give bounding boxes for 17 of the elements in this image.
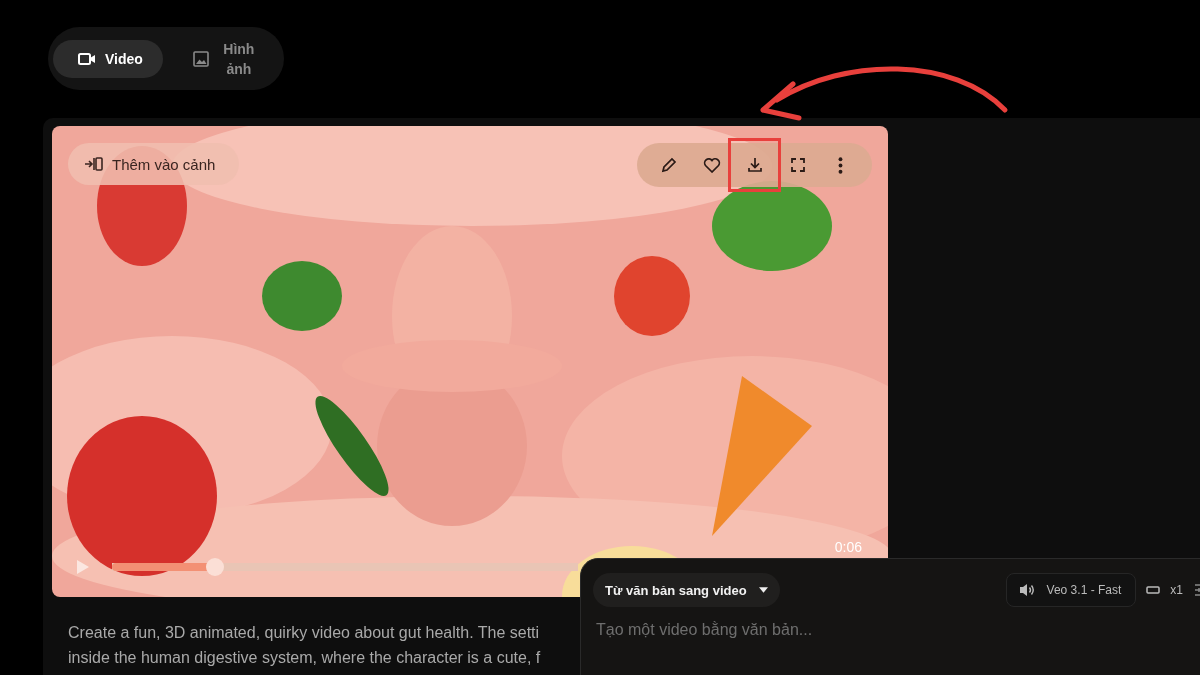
add-to-scene-icon bbox=[84, 154, 104, 174]
prompt-input[interactable]: Tạo một video bằng văn bản... bbox=[593, 617, 999, 643]
add-to-scene-button[interactable]: Thêm vào cảnh bbox=[68, 143, 240, 185]
model-selector[interactable]: Veo 3.1 - Fast bbox=[1005, 573, 1137, 607]
progress-thumb[interactable] bbox=[205, 558, 224, 576]
more-icon bbox=[838, 156, 843, 174]
mode-dropdown[interactable]: Từ văn bản sang video bbox=[593, 573, 780, 607]
output-count: x1 bbox=[1170, 583, 1183, 597]
prompt-text: inside the human digestive system, where the character is a cute, f bbox=[68, 648, 541, 668]
video-time: 0:06 bbox=[834, 539, 862, 555]
mode-tab[interactable]: Video bbox=[53, 39, 163, 78]
caret-icon bbox=[758, 587, 768, 593]
mode-tab[interactable]: Hình ảnh bbox=[166, 39, 279, 78]
aspect-ratio-icon[interactable] bbox=[1146, 585, 1161, 595]
prompt-text: Create a fun, 3D animated, quirky video about gut health. The setti bbox=[68, 623, 540, 643]
image-icon bbox=[190, 48, 211, 69]
heart-icon bbox=[701, 155, 722, 175]
